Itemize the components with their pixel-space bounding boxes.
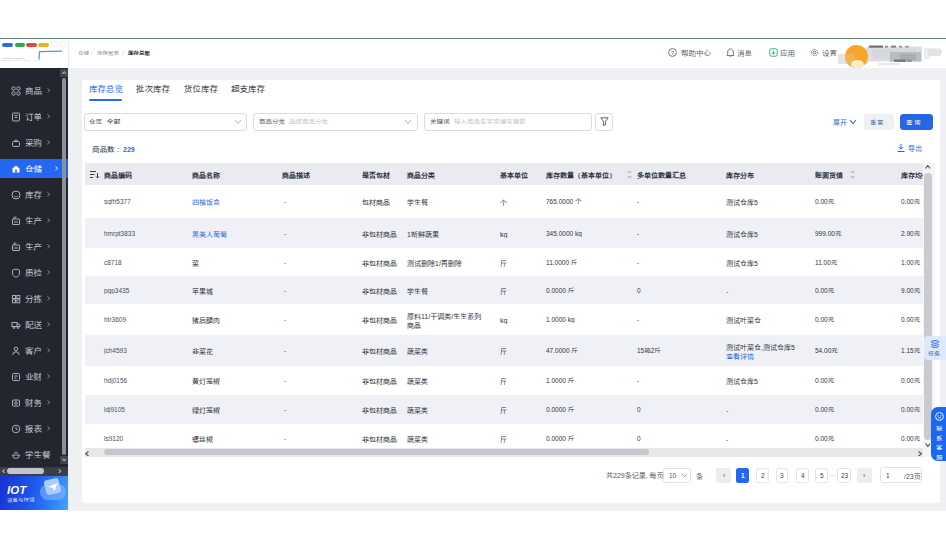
svg-text:?: ? bbox=[671, 50, 675, 56]
